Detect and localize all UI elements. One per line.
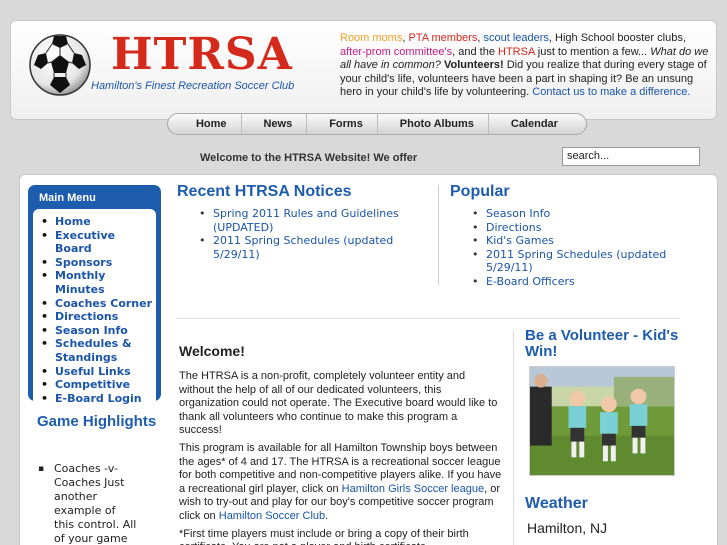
welcome-title: Welcome!: [179, 343, 245, 359]
popular-link-kids-games[interactable]: Kid's Games: [472, 234, 680, 248]
popular-section: Popular Season Info Directions Kid's Gam…: [450, 183, 680, 288]
notice-link-schedules[interactable]: 2011 Spring Schedules (updated 5/29/11): [199, 234, 427, 261]
notice-link-rules[interactable]: Spring 2011 Rules and Guidelines (UPDATE…: [199, 207, 427, 234]
main-menu-list: Home Executive Board Sponsors Monthly Mi…: [33, 209, 156, 412]
main-content: Main Menu Home Executive Board Sponsors …: [19, 174, 718, 545]
site-header: HTRSA Hamilton's Finest Recreation Socce…: [10, 20, 717, 120]
hamilton-soccer-club-link[interactable]: Hamilton Soccer Club: [219, 510, 325, 522]
popular-link-season-info[interactable]: Season Info: [472, 207, 680, 221]
pta-members-link[interactable]: PTA members: [408, 32, 477, 44]
popular-link-spring-schedules[interactable]: 2011 Spring Schedules (updated 5/29/11): [472, 248, 680, 275]
menu-item-executive-board[interactable]: Executive Board: [41, 229, 152, 256]
list-item: Coaches -v- Coaches Just another example…: [38, 462, 138, 545]
welcome-p2c: .: [325, 509, 329, 522]
menu-item-monthly-minutes[interactable]: Monthly Minutes: [41, 269, 152, 296]
nav-photo-albums[interactable]: Photo Albums: [386, 114, 489, 134]
nav-calendar[interactable]: Calendar: [497, 114, 572, 134]
menu-item-sponsors[interactable]: Sponsors: [41, 256, 152, 270]
weather-city: Hamilton, NJ: [527, 520, 608, 536]
nav-home[interactable]: Home: [182, 114, 242, 134]
welcome-paragraph-2: This program is available for all Hamilt…: [179, 442, 502, 524]
volunteer-title: Be a Volunteer - Kid's Win!: [525, 327, 679, 360]
after-prom-link[interactable]: after-prom committee's: [340, 46, 452, 58]
welcome-section: Welcome! The HTRSA is a non-profit, comp…: [179, 343, 502, 545]
notices-title: Recent HTRSA Notices: [177, 183, 352, 200]
intro-text: Room moms, PTA members, scout leaders, H…: [340, 32, 710, 100]
search-input[interactable]: search...: [562, 147, 700, 166]
welcome-ticker: Welcome to the HTRSA Website! We offer: [200, 152, 418, 164]
room-moms-link[interactable]: Room moms: [340, 32, 402, 44]
soccer-ball-icon: [29, 34, 91, 96]
intro-sep: just to mention a few...: [534, 45, 651, 58]
main-menu: Main Menu Home Executive Board Sponsors …: [28, 185, 161, 412]
logo-subtitle: Hamilton's Finest Recreation Soccer Club: [91, 80, 295, 92]
logo-title[interactable]: HTRSA: [111, 29, 293, 81]
weather-title: Weather: [525, 495, 588, 512]
game-highlights-title: Game Highlights: [37, 413, 157, 430]
main-nav: Home News Forms Photo Albums Calendar: [167, 113, 587, 135]
htrsa-inline: HTRSA: [498, 45, 535, 58]
intro-sep: , and the: [452, 45, 499, 58]
divider: [177, 318, 680, 319]
notices-section: Recent HTRSA Notices Spring 2011 Rules a…: [177, 183, 427, 261]
menu-item-season-info[interactable]: Season Info: [41, 324, 152, 338]
welcome-paragraph-1: The HTRSA is a non-profit, completely vo…: [179, 370, 498, 437]
nav-forms[interactable]: Forms: [315, 114, 378, 134]
contact-link[interactable]: Contact us to make a difference.: [532, 86, 690, 98]
scout-leaders-link[interactable]: scout leaders: [483, 32, 548, 44]
menu-item-eboard-login[interactable]: E-Board Login: [41, 392, 152, 406]
girls-soccer-link[interactable]: Hamilton Girls Soccer league: [342, 483, 484, 495]
menu-item-schedules-standings[interactable]: Schedules & Standings: [41, 337, 152, 364]
menu-item-coaches-corner[interactable]: Coaches Corner: [41, 297, 152, 311]
divider: [438, 185, 439, 285]
divider: [513, 330, 514, 545]
team-photo: [529, 366, 675, 476]
welcome-paragraph-3: *First time players must include or brin…: [179, 527, 469, 545]
main-menu-title: Main Menu: [39, 192, 96, 204]
menu-item-home[interactable]: Home: [41, 215, 152, 229]
menu-item-useful-links[interactable]: Useful Links: [41, 365, 152, 379]
nav-news[interactable]: News: [249, 114, 308, 134]
popular-link-eboard-officers[interactable]: E-Board Officers: [472, 275, 680, 289]
game-highlights-list: Coaches -v- Coaches Just another example…: [38, 462, 138, 545]
popular-title: Popular: [450, 183, 510, 200]
intro-sep: , High School booster clubs,: [548, 32, 686, 44]
menu-item-competitive[interactable]: Competitive: [41, 378, 152, 392]
menu-item-directions[interactable]: Directions: [41, 310, 152, 324]
intro-volunteers: Volunteers!: [443, 59, 504, 71]
popular-link-directions[interactable]: Directions: [472, 221, 680, 235]
